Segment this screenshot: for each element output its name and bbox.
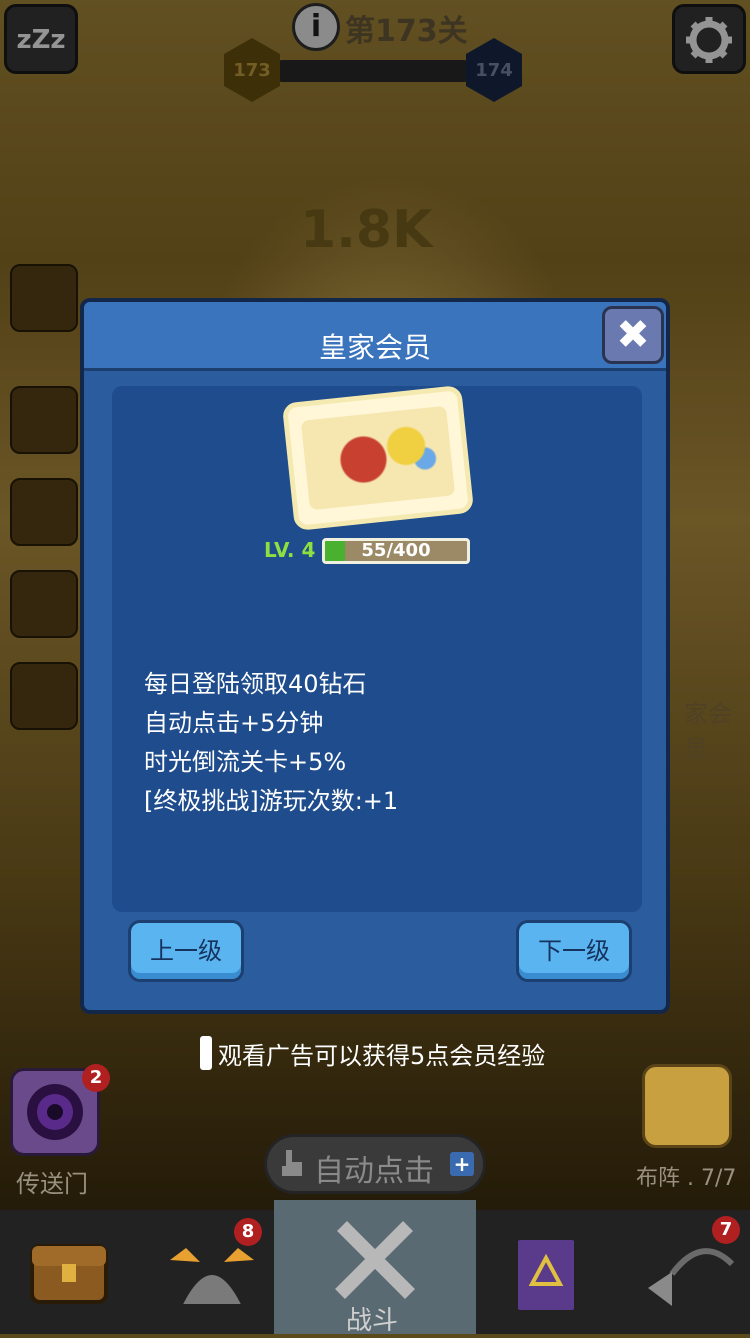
portal-exit-badge: 7 bbox=[712, 1216, 740, 1244]
chest-icon bbox=[30, 1244, 108, 1304]
previous-level-button[interactable]: 上一级 bbox=[128, 920, 244, 982]
perk-line: 自动点击+5分钟 bbox=[144, 709, 324, 737]
tab-spellbook[interactable] bbox=[480, 1210, 610, 1334]
formation-button[interactable] bbox=[642, 1064, 732, 1148]
tab-battle-label: 战斗 bbox=[346, 1306, 399, 1336]
portal-badge: 2 bbox=[82, 1064, 110, 1092]
perk-line: 每日登陆领取40钻石 bbox=[144, 670, 367, 698]
exp-bar-text: 55/400 bbox=[361, 540, 431, 561]
tab-heroes[interactable] bbox=[150, 1210, 300, 1334]
hand-pointer-icon bbox=[276, 1146, 308, 1182]
next-level-button[interactable]: 下一级 bbox=[516, 920, 632, 982]
crossed-swords-icon bbox=[335, 1221, 415, 1299]
card-artwork bbox=[300, 405, 456, 511]
ad-exp-note: 观看广告可以获得5点会员经验 bbox=[200, 1036, 545, 1071]
membership-exp-bar: 55/400 bbox=[322, 538, 470, 564]
ad-exp-text: 观看广告可以获得5点会员经验 bbox=[218, 1042, 546, 1070]
portal-label: 传送门 bbox=[16, 1170, 88, 1198]
auto-click-label: 自动点击 bbox=[314, 1154, 434, 1189]
membership-level: LV. 4 bbox=[264, 538, 316, 562]
tab-treasure[interactable] bbox=[0, 1210, 150, 1334]
perk-line: 时光倒流关卡+5% bbox=[144, 748, 347, 776]
dialog-title: 皇家会员 bbox=[318, 331, 431, 364]
close-icon: ✖ bbox=[616, 312, 650, 358]
heroes-badge: 8 bbox=[234, 1218, 262, 1246]
close-button[interactable]: ✖ bbox=[602, 306, 664, 364]
membership-card-image bbox=[281, 384, 475, 532]
perk-line: [终极挑战]游玩次数:+1 bbox=[144, 787, 399, 815]
royal-membership-dialog: 皇家会员 ✖ LV. 4 55/400 每日登陆领取40钻石 自动点击+5分钟 … bbox=[80, 298, 670, 1014]
spellbook-icon bbox=[514, 1236, 578, 1314]
plus-icon[interactable]: + bbox=[450, 1152, 474, 1176]
formation-label: 布阵 . 7/7 bbox=[636, 1166, 737, 1191]
info-icon bbox=[200, 1036, 212, 1070]
